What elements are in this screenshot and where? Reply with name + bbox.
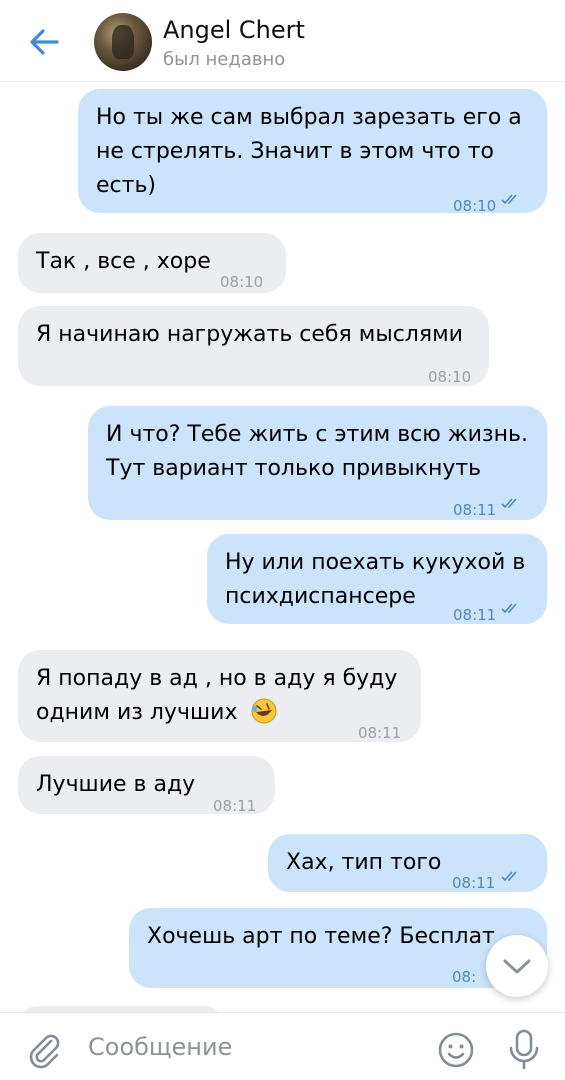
incoming-message[interactable]: Я попаду в ад , но в аду я буду одним из… — [18, 650, 421, 742]
message-text: Я попаду в ад , но в аду я буду — [36, 666, 398, 691]
read-checkmarks-icon — [501, 603, 517, 614]
message-text: Тут вариант только привыкнуть — [106, 456, 482, 481]
back-arrow-icon[interactable] — [24, 22, 64, 62]
rolling-on-floor-laughing-emoji-icon — [251, 698, 277, 724]
chat-header: Angel Chert был недавно — [0, 0, 565, 82]
message-input[interactable] — [88, 1027, 408, 1067]
message-text: Хочешь арт по теме? Бесплат — [147, 924, 495, 949]
contact-name[interactable]: Angel Chert — [163, 16, 305, 44]
message-text: не стрелять. Значит в этом что то — [96, 139, 494, 164]
outgoing-message[interactable]: Ну или поехать кукухой в психдиспансере … — [207, 534, 547, 624]
outgoing-message[interactable]: Хах, тип того 08:11 — [268, 834, 547, 892]
message-text: Ну или поехать кукухой в — [225, 550, 526, 575]
read-checkmarks-icon — [501, 871, 517, 882]
message-text: Я начинаю нагружать себя мыслями — [36, 322, 463, 347]
microphone-icon[interactable] — [504, 1028, 544, 1070]
message-time: 08:11 — [358, 724, 402, 742]
message-text: Но ты же сам выбрал зарезать его а — [96, 105, 522, 130]
message-time: 08: — [452, 968, 477, 986]
message-list[interactable]: Но ты же сам выбрал зарезать его а не ст… — [0, 82, 565, 1012]
message-time: 08:11 — [213, 797, 257, 815]
message-time: 08:10 — [453, 197, 497, 215]
incoming-message[interactable]: Я начинаю нагружать себя мыслями 08:10 — [18, 306, 489, 386]
paperclip-icon[interactable] — [24, 1029, 64, 1069]
message-text: одним из лучших — [36, 696, 403, 730]
scroll-down-button[interactable] — [486, 935, 548, 997]
read-checkmarks-icon — [501, 498, 517, 509]
message-time: 08:10 — [220, 273, 264, 291]
message-time: 08:10 — [428, 368, 472, 386]
contact-status: был недавно — [163, 49, 286, 70]
chevron-down-icon — [503, 959, 531, 974]
message-text: И что? Тебе жить с этим всю жизнь. — [106, 422, 528, 447]
message-time: 08:11 — [452, 874, 496, 892]
message-time: 08:11 — [453, 606, 497, 624]
incoming-message[interactable]: Лучшие в аду 08:11 — [18, 756, 275, 815]
message-text: одним из лучших — [36, 700, 238, 725]
message-time: 08:11 — [453, 501, 497, 519]
smiley-icon[interactable] — [436, 1030, 476, 1070]
incoming-message[interactable]: Так , все , хоре 08:10 — [18, 233, 286, 293]
message-composer — [0, 1012, 565, 1080]
read-checkmarks-icon — [501, 194, 517, 205]
outgoing-message[interactable]: Но ты же сам выбрал зарезать его а не ст… — [78, 89, 547, 215]
outgoing-message[interactable]: И что? Тебе жить с этим всю жизнь. Тут в… — [88, 406, 547, 520]
avatar[interactable] — [94, 13, 152, 71]
outgoing-message[interactable]: Хочешь арт по теме? Бесплат 08: — [129, 908, 547, 988]
